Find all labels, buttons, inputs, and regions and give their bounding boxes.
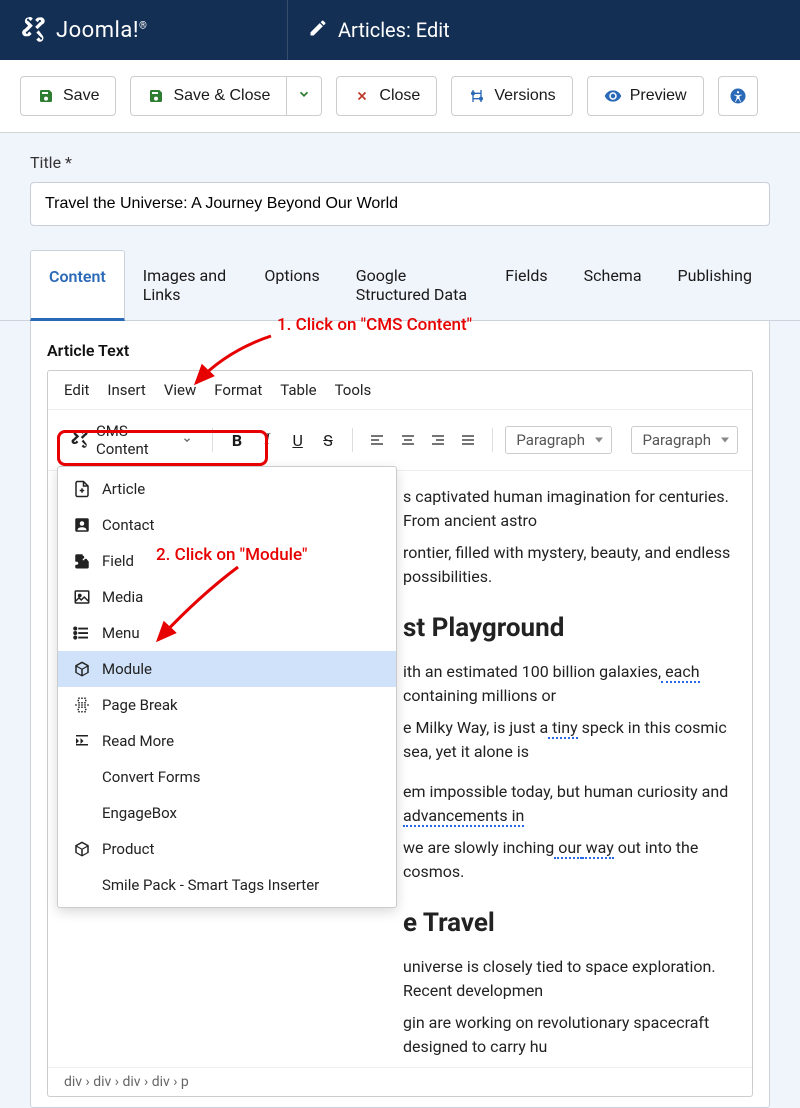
separator bbox=[492, 428, 493, 452]
tab-fields[interactable]: Fields bbox=[487, 250, 565, 320]
cms-item-field[interactable]: Field bbox=[58, 543, 396, 579]
brand-name: Joomla!® bbox=[56, 18, 147, 43]
accessibility-icon bbox=[729, 87, 747, 105]
chevron-down-icon bbox=[182, 431, 192, 449]
chevron-down-icon bbox=[297, 87, 311, 106]
save-close-group: Save & Close bbox=[130, 76, 322, 116]
editor-area: 1. Click on "CMS Content" Article Text E… bbox=[30, 321, 770, 1108]
contact-icon bbox=[72, 515, 92, 535]
save-close-dropdown[interactable] bbox=[287, 76, 322, 116]
cms-item-engagebox[interactable]: EngageBox bbox=[58, 795, 396, 831]
cms-item-menu[interactable]: Menu bbox=[58, 615, 396, 651]
menu-lines-icon bbox=[72, 623, 92, 643]
readmore-icon bbox=[72, 731, 92, 751]
align-left-button[interactable] bbox=[365, 427, 389, 453]
tab-publishing[interactable]: Publishing bbox=[660, 250, 770, 320]
cms-item-smilepack[interactable]: Smile Pack - Smart Tags Inserter bbox=[58, 867, 396, 903]
menu-edit[interactable]: Edit bbox=[64, 381, 89, 399]
strikethrough-button[interactable]: S bbox=[316, 427, 340, 453]
cms-item-product[interactable]: Product bbox=[58, 831, 396, 867]
cms-content-dropdown: 2. Click on "Module" Article Contact Fie… bbox=[57, 466, 397, 908]
save-icon bbox=[147, 87, 165, 105]
bold-button[interactable]: B bbox=[225, 427, 249, 453]
close-button[interactable]: Close bbox=[336, 76, 437, 116]
tab-schema[interactable]: Schema bbox=[566, 250, 660, 320]
cms-item-convertforms[interactable]: Convert Forms bbox=[58, 759, 396, 795]
editor-breadcrumb[interactable]: div › div › div › div › p bbox=[48, 1067, 752, 1096]
puzzle-icon bbox=[72, 551, 92, 571]
menu-view[interactable]: View bbox=[164, 381, 196, 399]
tab-structured-data[interactable]: Google Structured Data bbox=[338, 250, 488, 320]
preview-button[interactable]: Preview bbox=[587, 76, 704, 116]
page-title-area: Articles: Edit bbox=[288, 18, 470, 43]
joomla-logo-icon bbox=[20, 14, 48, 46]
save-close-button[interactable]: Save & Close bbox=[130, 76, 287, 116]
cms-item-contact[interactable]: Contact bbox=[58, 507, 396, 543]
pencil-icon bbox=[308, 18, 328, 43]
menu-tools[interactable]: Tools bbox=[335, 381, 372, 399]
joomla-icon bbox=[70, 428, 90, 452]
versions-button[interactable]: Versions bbox=[451, 76, 572, 116]
title-field-section: Title * bbox=[0, 133, 800, 250]
versions-icon bbox=[468, 87, 486, 105]
align-justify-button[interactable] bbox=[456, 427, 480, 453]
cms-item-pagebreak[interactable]: Page Break bbox=[58, 687, 396, 723]
wysiwyg-editor: Edit Insert View Format Table Tools CMS … bbox=[47, 370, 753, 1097]
format-select-1[interactable]: Paragraph bbox=[505, 426, 612, 454]
cms-item-readmore[interactable]: Read More bbox=[58, 723, 396, 759]
article-text-label: Article Text bbox=[47, 341, 753, 360]
separator bbox=[212, 428, 213, 452]
menu-format[interactable]: Format bbox=[214, 381, 262, 399]
action-toolbar: Save Save & Close Close Versions Preview bbox=[0, 60, 800, 133]
tab-bar: Content Images and Links Options Google … bbox=[0, 250, 800, 321]
menu-insert[interactable]: Insert bbox=[107, 381, 145, 399]
align-right-button[interactable] bbox=[426, 427, 450, 453]
italic-button[interactable]: I bbox=[255, 427, 279, 453]
save-icon bbox=[37, 87, 55, 105]
tab-content[interactable]: Content bbox=[30, 250, 125, 321]
article-heading-2: e Travel bbox=[403, 904, 736, 943]
cube-icon bbox=[72, 839, 92, 859]
underline-button[interactable]: U bbox=[285, 427, 309, 453]
save-button[interactable]: Save bbox=[20, 76, 116, 116]
tab-options[interactable]: Options bbox=[246, 250, 337, 320]
brand-logo-area: Joomla!® bbox=[0, 0, 288, 60]
tab-images-links[interactable]: Images and Links bbox=[125, 250, 247, 320]
cms-content-button[interactable]: CMS Content bbox=[62, 418, 200, 462]
accessibility-button[interactable] bbox=[718, 76, 758, 116]
page-title: Articles: Edit bbox=[338, 18, 450, 42]
editor-toolbar: CMS Content B I U S Paragraph Paragraph bbox=[48, 410, 752, 471]
title-input[interactable] bbox=[30, 182, 770, 226]
format-select-2[interactable]: Paragraph bbox=[631, 426, 738, 454]
article-heading-1: st Playground bbox=[403, 609, 736, 648]
menu-table[interactable]: Table bbox=[280, 381, 316, 399]
align-center-button[interactable] bbox=[395, 427, 419, 453]
editor-menubar: Edit Insert View Format Table Tools bbox=[48, 371, 752, 410]
cube-icon bbox=[72, 659, 92, 679]
document-plus-icon bbox=[72, 479, 92, 499]
media-icon bbox=[72, 587, 92, 607]
top-bar: Joomla!® Articles: Edit bbox=[0, 0, 800, 60]
cms-item-article[interactable]: Article bbox=[58, 471, 396, 507]
separator bbox=[352, 428, 353, 452]
eye-icon bbox=[604, 87, 622, 105]
pagebreak-icon bbox=[72, 695, 92, 715]
cms-item-module[interactable]: Module bbox=[58, 651, 396, 687]
title-label: Title * bbox=[30, 153, 770, 172]
cms-item-media[interactable]: Media bbox=[58, 579, 396, 615]
close-icon bbox=[353, 87, 371, 105]
